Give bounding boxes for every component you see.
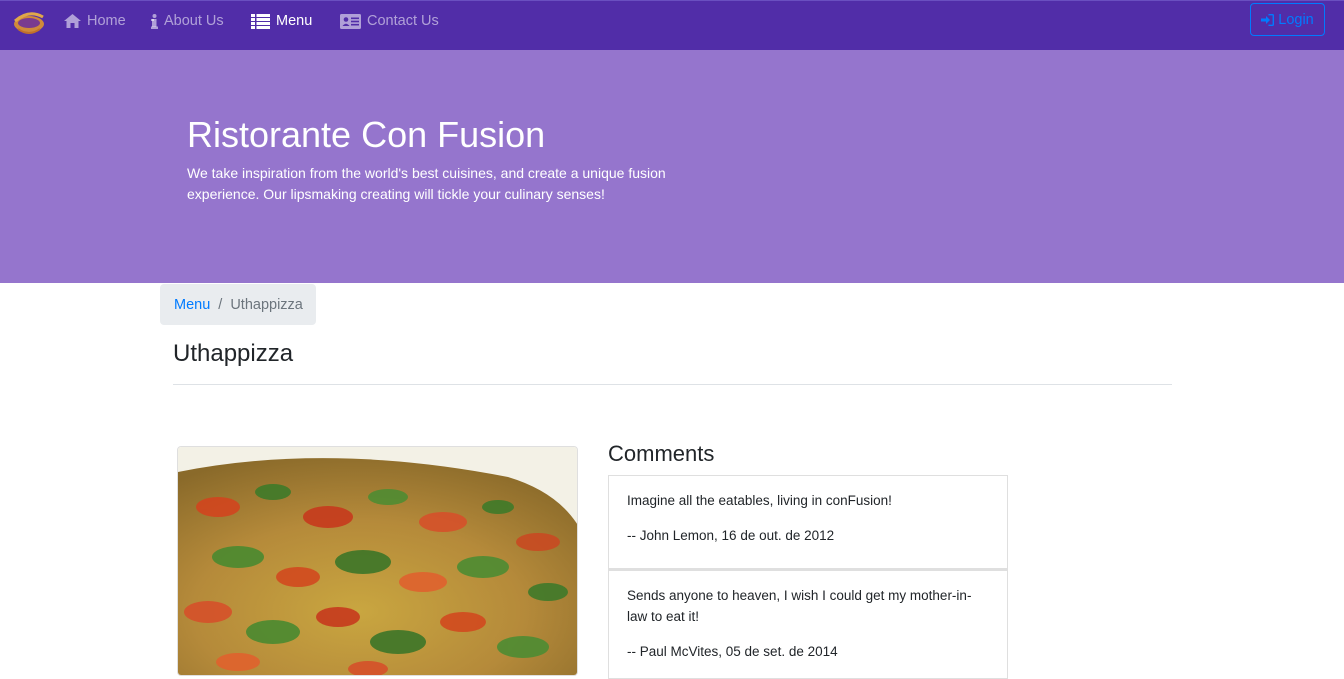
restaurant-description: We take inspiration from the world's bes… <box>187 165 666 202</box>
home-icon <box>64 14 81 28</box>
breadcrumb: Menu / Uthappizza <box>160 284 316 325</box>
login-button[interactable]: Login <box>1250 3 1325 36</box>
brand-logo[interactable] <box>10 7 48 37</box>
address-card-icon <box>340 13 361 29</box>
nav-home[interactable]: Home <box>64 1 126 41</box>
info-icon <box>151 13 158 29</box>
dish-image <box>178 447 577 675</box>
breadcrumb-menu-link[interactable]: Menu <box>174 297 210 313</box>
login-label: Login <box>1278 11 1314 28</box>
jumbotron: Ristorante Con Fusion We take inspiratio… <box>0 50 1344 283</box>
navbar: Home About Us Menu Contact Us Login <box>0 0 1344 50</box>
nav-menu-label: Menu <box>276 13 313 29</box>
restaurant-title: Ristorante Con Fusion <box>187 114 546 155</box>
nav-contact-label: Contact Us <box>367 13 439 29</box>
comments-list: Imagine all the eatables, living in conF… <box>608 475 1008 679</box>
breadcrumb-current: Uthappizza <box>230 296 303 313</box>
comments-heading: Comments <box>608 441 715 466</box>
nav-about[interactable]: About Us <box>151 1 224 41</box>
comment-author-date: -- John Lemon, 16 de out. de 2012 <box>627 528 835 543</box>
comment-text: Sends anyone to heaven, I wish I could g… <box>627 588 972 624</box>
title-divider <box>173 384 1172 385</box>
nav-contact[interactable]: Contact Us <box>340 1 439 41</box>
comment-item: Sends anyone to heaven, I wish I could g… <box>608 569 1008 679</box>
comment-item: Imagine all the eatables, living in conF… <box>608 475 1008 569</box>
dish-card <box>177 446 578 676</box>
breadcrumb-separator: / <box>218 296 223 313</box>
comment-author-date: -- Paul McVites, 05 de set. de 2014 <box>627 644 838 659</box>
nav-home-label: Home <box>87 13 126 29</box>
nav-menu[interactable]: Menu <box>251 1 312 41</box>
nav-about-label: About Us <box>164 13 224 29</box>
list-icon <box>251 13 270 29</box>
confusion-logo-icon <box>14 12 44 34</box>
comment-text: Imagine all the eatables, living in conF… <box>627 493 892 508</box>
page-title: Uthappizza <box>173 340 294 367</box>
sign-in-icon <box>1261 13 1275 26</box>
